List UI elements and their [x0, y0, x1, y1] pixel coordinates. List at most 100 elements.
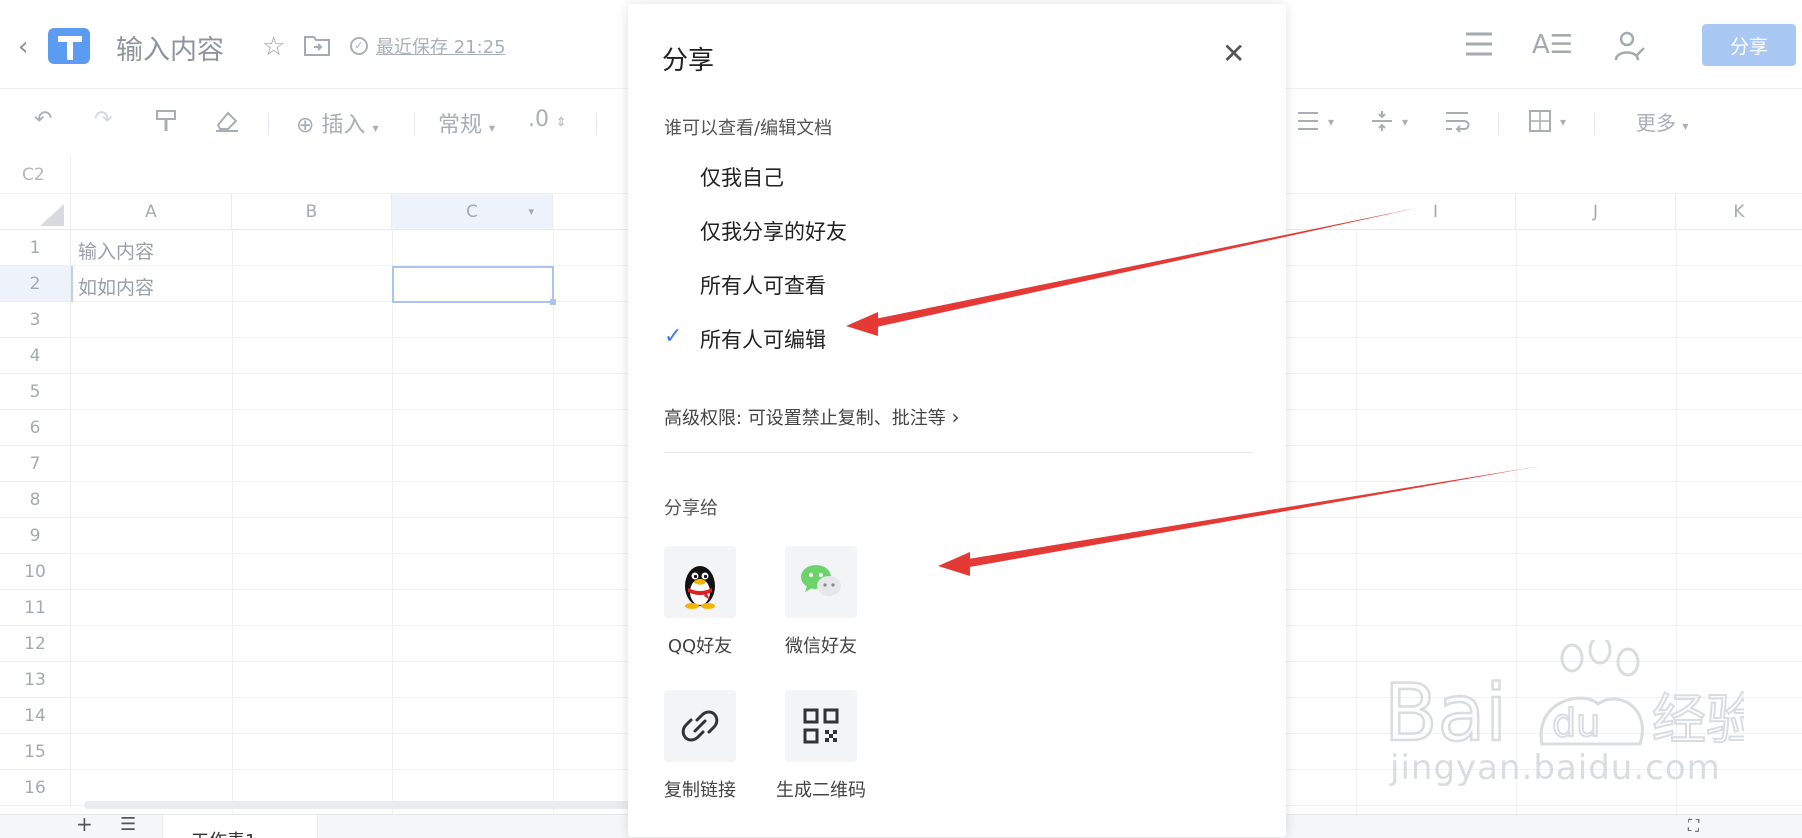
row-header[interactable]: 13 [0, 662, 71, 698]
vertical-align-icon[interactable] [1370, 109, 1394, 133]
caret-down-icon[interactable]: ▾ [528, 194, 534, 230]
option-label: 仅我自己 [700, 166, 784, 190]
column-header-j[interactable]: J [1516, 194, 1676, 230]
caret-down-icon: ▾ [1682, 119, 1689, 133]
collaborator-icon[interactable] [1614, 30, 1646, 62]
corner-triangle-icon [40, 204, 64, 226]
row-header[interactable]: 7 [0, 446, 71, 482]
number-format-label: 常规 [438, 113, 483, 138]
decimal-stepper[interactable]: .0 ⇕ [528, 107, 566, 132]
cell-a2[interactable]: 如如内容 [78, 273, 154, 300]
column-gridline [553, 230, 554, 814]
decimal-label: .0 [528, 107, 549, 132]
qq-penguin-icon [685, 566, 715, 609]
row-header[interactable]: 15 [0, 734, 71, 770]
share-qq-button[interactable] [664, 546, 736, 618]
qrcode-icon [803, 708, 839, 744]
row-header[interactable]: 12 [0, 626, 71, 662]
share-to-label: 分享给 [664, 498, 718, 519]
caret-down-icon[interactable]: ▾ [1560, 115, 1566, 129]
qrcode-button[interactable] [785, 690, 857, 762]
cell-a1[interactable]: 输入内容 [78, 237, 154, 264]
option-label: 所有人可编辑 [700, 328, 826, 352]
chevron-left-icon[interactable]: ‹ [18, 32, 28, 62]
link-icon [681, 710, 719, 742]
row-header[interactable]: 2 [0, 266, 71, 302]
move-folder-icon[interactable] [304, 34, 330, 56]
option-anyone-edit[interactable]: ✓ 所有人可编辑 [628, 314, 1286, 362]
number-format-menu[interactable]: 常规 ▾ [438, 107, 495, 139]
toolbar-divider [414, 113, 415, 135]
option-only-me[interactable]: 仅我自己 [628, 152, 1286, 200]
add-sheet-icon[interactable]: + [76, 814, 93, 834]
font-style-icon[interactable]: A☰ [1532, 30, 1573, 60]
eraser-icon[interactable] [214, 109, 240, 133]
wechat-icon [801, 565, 841, 596]
align-icon[interactable] [1296, 111, 1320, 131]
column-header-i[interactable]: I [1356, 194, 1516, 230]
redo-icon[interactable]: ↷ [94, 107, 112, 132]
share-button[interactable]: 分享 [1702, 24, 1796, 66]
toolbar-divider [1498, 113, 1499, 135]
row-header[interactable]: 10 [0, 554, 71, 590]
row-header[interactable]: 16 [0, 770, 71, 806]
advanced-permissions-link[interactable]: 高级权限: 可设置禁止复制、批注等 › [664, 404, 960, 430]
horizontal-scrollbar[interactable] [84, 801, 644, 809]
cell-reference[interactable]: C2 [22, 165, 45, 185]
row-header[interactable]: 3 [0, 302, 71, 338]
undo-icon[interactable]: ↶ [34, 107, 52, 132]
menu-icon[interactable] [1464, 30, 1494, 58]
column-header-a[interactable]: A [71, 194, 232, 230]
checkmark-icon: ✓ [664, 324, 683, 349]
row-header[interactable]: 6 [0, 410, 71, 446]
doc-title[interactable]: 输入内容 [116, 28, 224, 67]
select-all-corner[interactable] [0, 194, 71, 230]
caret-down-icon[interactable]: ▾ [1328, 115, 1334, 129]
insert-menu[interactable]: ⊕ 插入 ▾ [296, 107, 378, 139]
option-shared-friends[interactable]: 仅我分享的好友 [628, 206, 1286, 254]
qrcode-label: 生成二维码 [776, 780, 866, 801]
row-header[interactable]: 11 [0, 590, 71, 626]
close-icon[interactable]: ✕ [1222, 40, 1245, 68]
fullscreen-icon[interactable]: ⛶ [1688, 815, 1699, 837]
row-header[interactable]: 5 [0, 374, 71, 410]
toolbar-divider [1594, 113, 1595, 135]
option-anyone-view[interactable]: 所有人可查看 [628, 260, 1286, 308]
row-header[interactable]: 8 [0, 482, 71, 518]
share-wechat-button[interactable] [785, 546, 857, 618]
svg-text:Bai: Bai [1384, 669, 1507, 759]
advanced-permissions-label: 高级权限: 可设置禁止复制、批注等 [664, 408, 946, 429]
row-header[interactable]: 9 [0, 518, 71, 554]
row-header[interactable]: 14 [0, 698, 71, 734]
row-2-indicator [71, 266, 73, 302]
column-gridline [392, 230, 393, 814]
caret-down-icon: ▾ [489, 121, 496, 135]
sheet-tab[interactable]: 工作表1 [162, 815, 318, 838]
sheet-tab-label: 工作表1 [191, 827, 256, 838]
option-label: 所有人可查看 [700, 274, 826, 298]
share-qq-label: QQ好友 [667, 636, 733, 657]
fill-handle[interactable] [550, 299, 556, 305]
row-header[interactable]: 4 [0, 338, 71, 374]
format-painter-icon[interactable] [154, 109, 178, 133]
star-icon[interactable]: ☆ [262, 32, 285, 62]
column-gridline [1356, 230, 1357, 814]
share-dialog: 分享 ✕ 谁可以查看/编辑文档 仅我自己 仅我分享的好友 所有人可查看 ✓ 所有… [628, 4, 1286, 837]
border-icon[interactable] [1528, 109, 1552, 133]
copy-link-button[interactable] [664, 690, 736, 762]
wrap-text-icon[interactable] [1444, 109, 1470, 133]
dialog-title: 分享 [662, 46, 715, 76]
column-header-c[interactable]: C ▾ [392, 194, 553, 230]
insert-label: 插入 [321, 113, 366, 138]
caret-down-icon[interactable]: ▾ [1402, 115, 1408, 129]
selected-cell-c2[interactable] [392, 266, 554, 303]
column-header-k[interactable]: K [1676, 194, 1802, 230]
row-header[interactable]: 1 [0, 230, 71, 266]
sheet-list-icon[interactable]: ☰ [120, 815, 136, 835]
column-gridline [232, 230, 233, 814]
more-label: 更多 [1636, 111, 1676, 135]
column-header-b[interactable]: B [232, 194, 392, 230]
save-status: ✓ 最近保存 21:25 [350, 33, 506, 59]
more-menu[interactable]: 更多 ▾ [1636, 107, 1688, 136]
stepper-arrows-icon: ⇕ [556, 115, 567, 129]
